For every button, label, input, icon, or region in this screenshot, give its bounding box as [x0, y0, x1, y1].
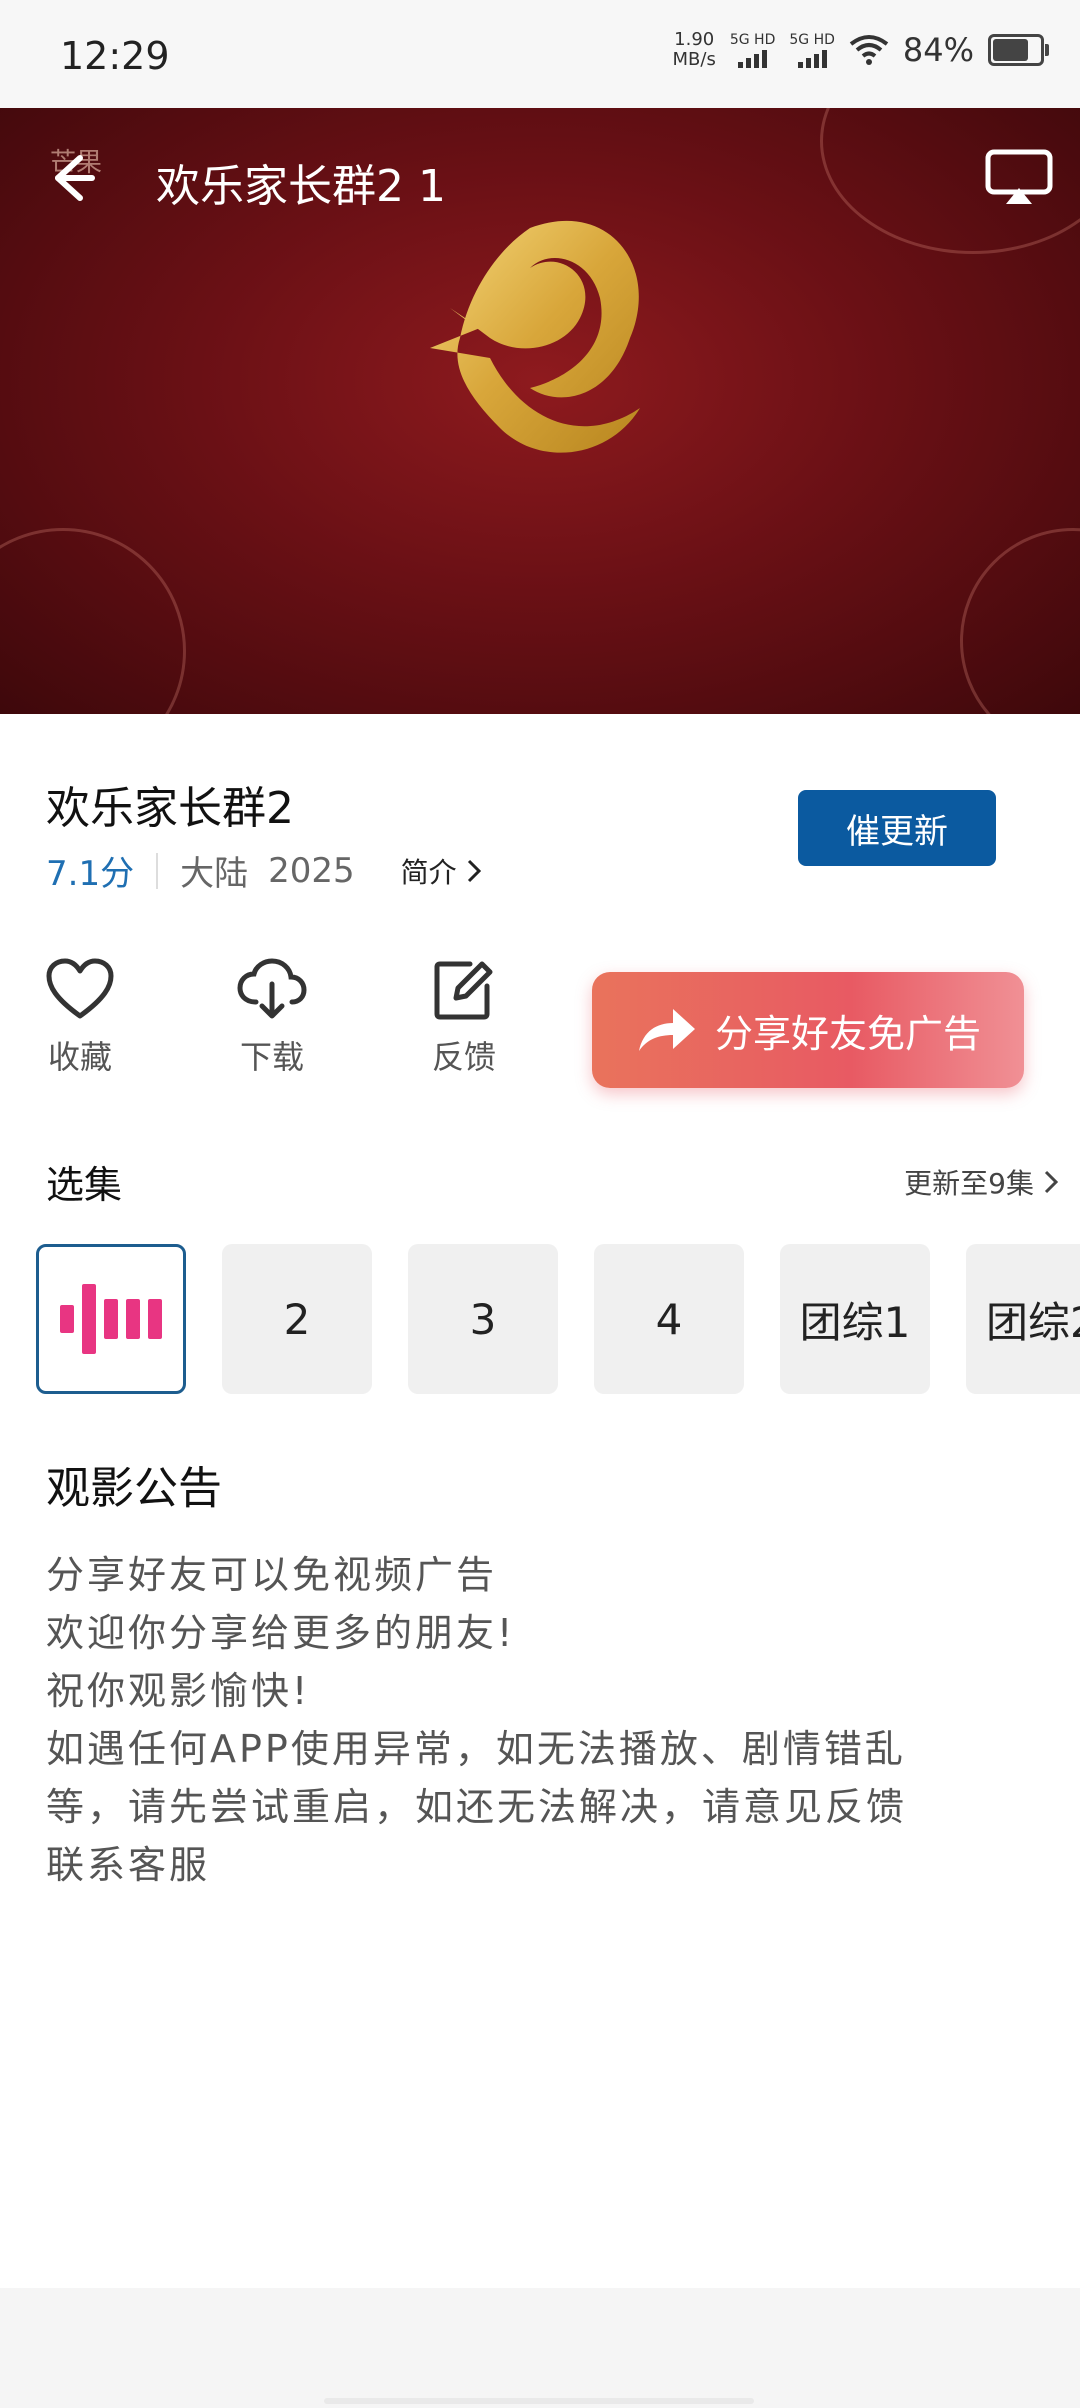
network-speed-value: 1.90 [674, 29, 715, 50]
video-title: 欢乐家长群2 1 [156, 161, 446, 212]
feedback-label: 反馈 [431, 1038, 496, 1076]
network-speed: 1.90 MB/s [673, 30, 716, 70]
status-bar: 12:29 1.90 MB/s 5G HD 5G HD 84% [0, 0, 1080, 108]
meta-divider [156, 852, 159, 889]
chevron-right-icon [1044, 1170, 1058, 1194]
heart-icon [46, 958, 114, 1019]
year: 2025 [268, 850, 355, 891]
episodes-header: 选集 [46, 1163, 123, 1207]
notice-line: 欢迎你分享给更多的朋友! [46, 1611, 516, 1655]
episode-item[interactable]: 团综2 [966, 1244, 1080, 1394]
wifi-icon [849, 35, 889, 65]
chevron-right-icon [467, 859, 481, 882]
notice-body: 分享好友可以免视频广告 欢迎你分享给更多的朋友! 祝你观影愉快! 如遇任何APP… [46, 1546, 1036, 1894]
battery-icon [988, 34, 1049, 66]
intro-label: 简介 [400, 855, 457, 889]
notice-line: 祝你观影愉快! [46, 1669, 311, 1713]
cloud-download-icon [237, 958, 307, 1019]
share-friends-button[interactable]: 分享好友免广告 [592, 972, 1024, 1088]
download-label: 下载 [239, 1038, 304, 1076]
episodes-more-link[interactable]: 更新至9集 [904, 1162, 1058, 1202]
urge-update-button[interactable]: 催更新 [798, 790, 996, 866]
cast-icon[interactable] [984, 148, 1054, 208]
download-button[interactable]: 下载 [212, 958, 332, 1078]
battery-percent: 84% [902, 31, 974, 69]
episode-item[interactable]: 团综1 [780, 1244, 930, 1394]
episode-list: 2 3 4 团综1 团综2 [36, 1244, 1080, 1396]
notice-line: 分享好友可以免视频广告 [46, 1553, 498, 1597]
signal-sim2-icon: 5G HD [789, 32, 835, 68]
notice-title: 观影公告 [46, 1463, 222, 1514]
notice-line: 联系客服 [46, 1843, 211, 1887]
episode-1-playing[interactable] [36, 1244, 186, 1394]
home-indicator[interactable] [324, 2398, 754, 2404]
status-time: 12:29 [60, 34, 170, 78]
update-status: 更新至9集 [904, 1167, 1034, 1200]
episode-item[interactable]: 4 [594, 1244, 744, 1394]
back-arrow-icon[interactable] [40, 148, 100, 208]
video-player[interactable]: 芒果 欢乐家长群2 1 [0, 108, 1080, 714]
phoenix-emblem-icon [430, 220, 640, 453]
notice-line: 如遇任何APP使用异常，如无法播放、剧情错乱 [46, 1727, 906, 1771]
action-row: 收藏 下载 反馈 分享好友免广告 [0, 958, 1080, 1088]
playing-equalizer-icon [60, 1279, 162, 1359]
sim1-label: 5G HD [729, 32, 776, 48]
intro-link[interactable]: 简介 [401, 851, 481, 891]
detail-sheet: 欢乐家长群2 7.1分 大陆 2025 简介 催更新 收藏 下载 反馈 分享好友… [0, 714, 1080, 2288]
show-meta: 7.1分 大陆 2025 简介 [46, 846, 481, 895]
status-icons: 1.90 MB/s 5G HD 5G HD 84% [673, 30, 1049, 70]
bottom-bar [0, 2288, 1080, 2408]
notice-line: 等，请先尝试重启，如还无法解决，请意见反馈 [46, 1785, 908, 1829]
favorite-label: 收藏 [47, 1038, 112, 1076]
network-speed-unit: MB/s [672, 49, 716, 70]
episode-item[interactable]: 2 [222, 1244, 372, 1394]
signal-sim1-icon: 5G HD [729, 32, 776, 68]
sim2-label: 5G HD [789, 32, 835, 48]
share-arrow-icon [638, 1009, 695, 1051]
favorite-button[interactable]: 收藏 [20, 958, 140, 1078]
feedback-button[interactable]: 反馈 [404, 958, 524, 1078]
show-title: 欢乐家长群2 [46, 783, 294, 834]
share-label: 分享好友免广告 [714, 1011, 981, 1056]
region: 大陆 [180, 854, 249, 894]
episode-item[interactable]: 3 [408, 1244, 558, 1394]
edit-note-icon [434, 961, 493, 1020]
score: 7.1分 [46, 854, 135, 894]
